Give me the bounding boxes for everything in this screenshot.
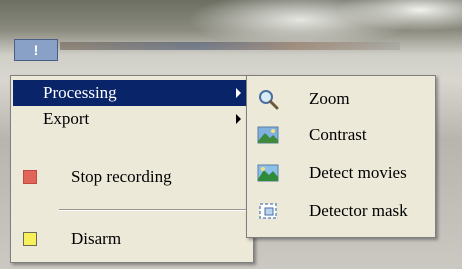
detector-mask-icon bbox=[259, 203, 277, 219]
yellow-square-icon bbox=[23, 232, 37, 246]
menu-trigger-button[interactable]: ! bbox=[14, 39, 58, 61]
menu-item-label: Processing bbox=[43, 83, 117, 102]
menu-item-stop-recording[interactable]: Stop recording bbox=[13, 164, 251, 190]
submenu-arrow-icon bbox=[236, 88, 241, 98]
magnifier-icon bbox=[259, 90, 279, 110]
menu-separator bbox=[59, 209, 247, 211]
menu-item-label: Disarm bbox=[71, 229, 122, 248]
red-square-icon bbox=[23, 170, 37, 184]
menu-item-processing[interactable]: Processing bbox=[13, 80, 251, 106]
submenu-item-label: Contrast bbox=[309, 125, 367, 144]
contrast-image-icon bbox=[257, 126, 279, 144]
trigger-label: ! bbox=[33, 42, 39, 58]
detect-movies-image-icon bbox=[257, 164, 279, 182]
menu-item-export[interactable]: Export bbox=[13, 106, 251, 132]
processing-submenu: Zoom Contrast Detect movies Detector mas… bbox=[246, 75, 436, 238]
submenu-item-label: Detect movies bbox=[309, 163, 407, 182]
submenu-item-detector-mask[interactable]: Detector mask bbox=[249, 196, 433, 226]
submenu-item-contrast[interactable]: Contrast bbox=[249, 120, 433, 150]
background-blur-strip bbox=[60, 42, 400, 50]
submenu-item-label: Detector mask bbox=[309, 201, 408, 220]
submenu-item-zoom[interactable]: Zoom bbox=[249, 84, 433, 114]
menu-item-label: Stop recording bbox=[71, 167, 172, 186]
submenu-item-label: Zoom bbox=[309, 89, 350, 108]
context-menu: Processing Export Stop recording Disarm bbox=[10, 75, 254, 263]
menu-item-disarm[interactable]: Disarm bbox=[13, 226, 251, 252]
submenu-arrow-icon bbox=[236, 114, 241, 124]
submenu-item-detect-movies[interactable]: Detect movies bbox=[249, 158, 433, 188]
menu-item-label: Export bbox=[43, 109, 90, 128]
